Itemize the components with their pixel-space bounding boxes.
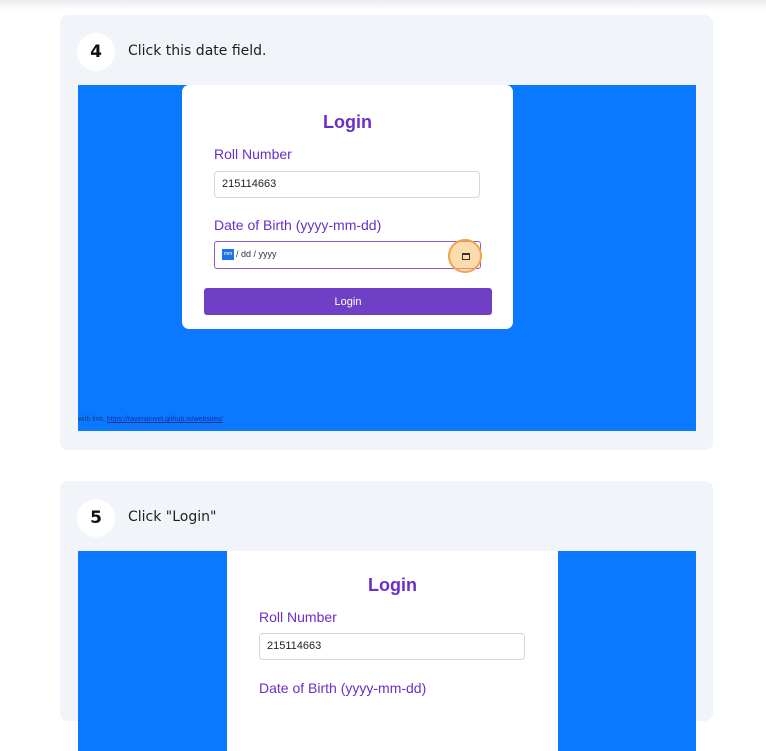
click-target-highlight[interactable]	[448, 239, 482, 273]
login-form: Login Roll Number 215114663 Date of Birt…	[182, 85, 513, 329]
step-screenshot: Login Roll Number 215114663 Date of Birt…	[78, 551, 696, 751]
login-title: Login	[323, 112, 372, 132]
credit-prefix: with link:	[78, 416, 105, 423]
login-title: Login	[368, 575, 417, 595]
dob-label: Date of Birth (yyyy-mm-dd)	[259, 680, 427, 696]
roll-number-label: Roll Number	[214, 146, 292, 162]
roll-number-label: Roll Number	[259, 609, 337, 625]
date-rest-segments: / dd / yyyy	[236, 249, 277, 259]
roll-number-input[interactable]: 215114663	[214, 171, 480, 198]
step-card-5: 5 Click "Login" Login Roll Number 215114…	[60, 481, 713, 751]
dob-date-input[interactable]: mm / dd / yyyy	[214, 239, 482, 273]
credit-link[interactable]: https://ravimanivel.github.io/websites/	[107, 416, 223, 423]
login-button[interactable]: Login	[204, 288, 492, 315]
date-month-segment[interactable]: mm	[222, 249, 234, 260]
step-number-badge: 5	[77, 499, 115, 537]
roll-number-input[interactable]: 215114663	[259, 633, 525, 660]
footer-credit: with link: https://ravimanivel.github.io…	[78, 416, 223, 423]
step-screenshot: Login Roll Number 215114663 Date of Birt…	[78, 85, 696, 431]
step-card-4: 4 Click this date field. Login Roll Numb…	[60, 15, 713, 450]
login-form: Login Roll Number 215114663 Date of Birt…	[227, 551, 558, 751]
top-shade	[0, 0, 766, 10]
step-instruction: Click this date field.	[128, 43, 267, 59]
dob-label: Date of Birth (yyyy-mm-dd)	[214, 217, 382, 233]
step-number-badge: 4	[77, 33, 115, 71]
step-instruction: Click "Login"	[128, 509, 217, 525]
calendar-icon[interactable]	[462, 253, 470, 260]
